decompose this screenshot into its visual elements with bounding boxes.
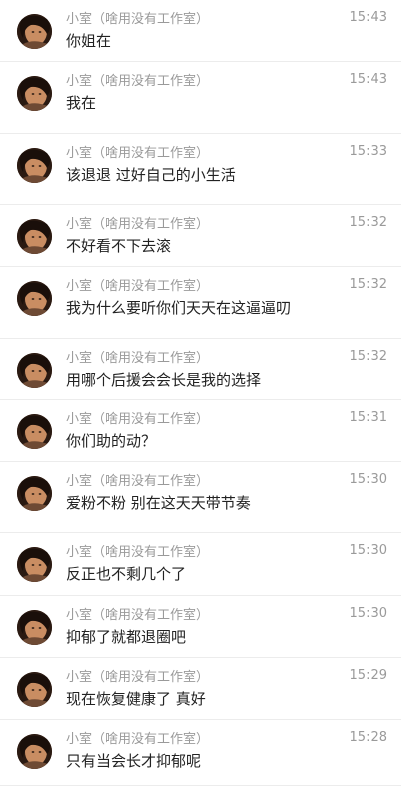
sender-name: 小室（啥用没有工作室）: [66, 146, 210, 161]
message-time: 15:30: [349, 472, 387, 487]
message-item[interactable]: 小室（啥用没有工作室） 15:29 现在恢复健康了 真好: [0, 658, 401, 720]
sender-name: 小室（啥用没有工作室）: [66, 732, 210, 747]
message-item[interactable]: 小室（啥用没有工作室） 15:30 反正也不剩几个了: [0, 533, 401, 596]
avatar[interactable]: [17, 148, 52, 183]
message-item[interactable]: 小室（啥用没有工作室） 15:30 爱粉不粉 别在这天天带节奏: [0, 462, 401, 533]
avatar[interactable]: [17, 76, 52, 111]
message-time: 15:29: [349, 668, 387, 683]
sender-name: 小室（啥用没有工作室）: [66, 545, 210, 560]
message-item[interactable]: 小室（啥用没有工作室） 15:28 只有当会长才抑郁呢: [0, 720, 401, 786]
message-text: 不好看不下去滚: [66, 237, 172, 255]
message-time: 15:30: [349, 543, 387, 558]
message-time: 15:43: [349, 72, 387, 87]
message-item[interactable]: 小室（啥用没有工作室） 15:32 用哪个后援会会长是我的选择: [0, 339, 401, 400]
avatar[interactable]: [17, 476, 52, 511]
avatar[interactable]: [17, 353, 52, 388]
message-time: 15:43: [349, 10, 387, 25]
sender-name: 小室（啥用没有工作室）: [66, 12, 210, 27]
sender-name: 小室（啥用没有工作室）: [66, 608, 210, 623]
message-time: 15:28: [349, 730, 387, 745]
message-text: 你姐在: [66, 32, 112, 50]
avatar[interactable]: [17, 219, 52, 254]
avatar[interactable]: [17, 672, 52, 707]
message-time: 15:32: [349, 277, 387, 292]
avatar[interactable]: [17, 414, 52, 449]
message-text: 只有当会长才抑郁呢: [66, 752, 202, 770]
message-item[interactable]: 小室（啥用没有工作室） 15:32 我为什么要听你们天天在这逼逼叨: [0, 267, 401, 339]
message-time: 15:32: [349, 215, 387, 230]
message-text: 用哪个后援会会长是我的选择: [66, 371, 262, 389]
message-text: 抑郁了就都退圈吧: [66, 628, 187, 646]
avatar[interactable]: [17, 281, 52, 316]
message-text: 该退退 过好自己的小生活: [66, 166, 236, 184]
avatar[interactable]: [17, 14, 52, 49]
message-text: 反正也不剩几个了: [66, 565, 187, 583]
sender-name: 小室（啥用没有工作室）: [66, 474, 210, 489]
message-item[interactable]: 小室（啥用没有工作室） 15:43 你姐在: [0, 0, 401, 62]
message-item[interactable]: 小室（啥用没有工作室） 15:30 抑郁了就都退圈吧: [0, 596, 401, 658]
message-item[interactable]: 小室（啥用没有工作室） 15:32 不好看不下去滚: [0, 205, 401, 267]
message-time: 15:33: [349, 144, 387, 159]
message-time: 15:31: [349, 410, 387, 425]
sender-name: 小室（啥用没有工作室）: [66, 351, 210, 366]
sender-name: 小室（啥用没有工作室）: [66, 279, 210, 294]
message-item[interactable]: 小室（啥用没有工作室） 15:43 我在: [0, 62, 401, 134]
message-item[interactable]: 小室（啥用没有工作室） 15:31 你们助的动？: [0, 400, 401, 462]
message-text: 我为什么要听你们天天在这逼逼叨: [66, 299, 292, 317]
message-time: 15:30: [349, 606, 387, 621]
avatar[interactable]: [17, 734, 52, 769]
message-text: 现在恢复健康了 真好: [66, 690, 206, 708]
message-text: 你们助的动？: [66, 432, 157, 450]
sender-name: 小室（啥用没有工作室）: [66, 74, 210, 89]
message-text: 爱粉不粉 别在这天天带节奏: [66, 494, 251, 512]
sender-name: 小室（啥用没有工作室）: [66, 412, 210, 427]
message-item[interactable]: 小室（啥用没有工作室） 15:33 该退退 过好自己的小生活: [0, 134, 401, 205]
sender-name: 小室（啥用没有工作室）: [66, 217, 210, 232]
avatar[interactable]: [17, 547, 52, 582]
message-time: 15:32: [349, 349, 387, 364]
sender-name: 小室（啥用没有工作室）: [66, 670, 210, 685]
message-text: 我在: [66, 94, 97, 112]
avatar[interactable]: [17, 610, 52, 645]
